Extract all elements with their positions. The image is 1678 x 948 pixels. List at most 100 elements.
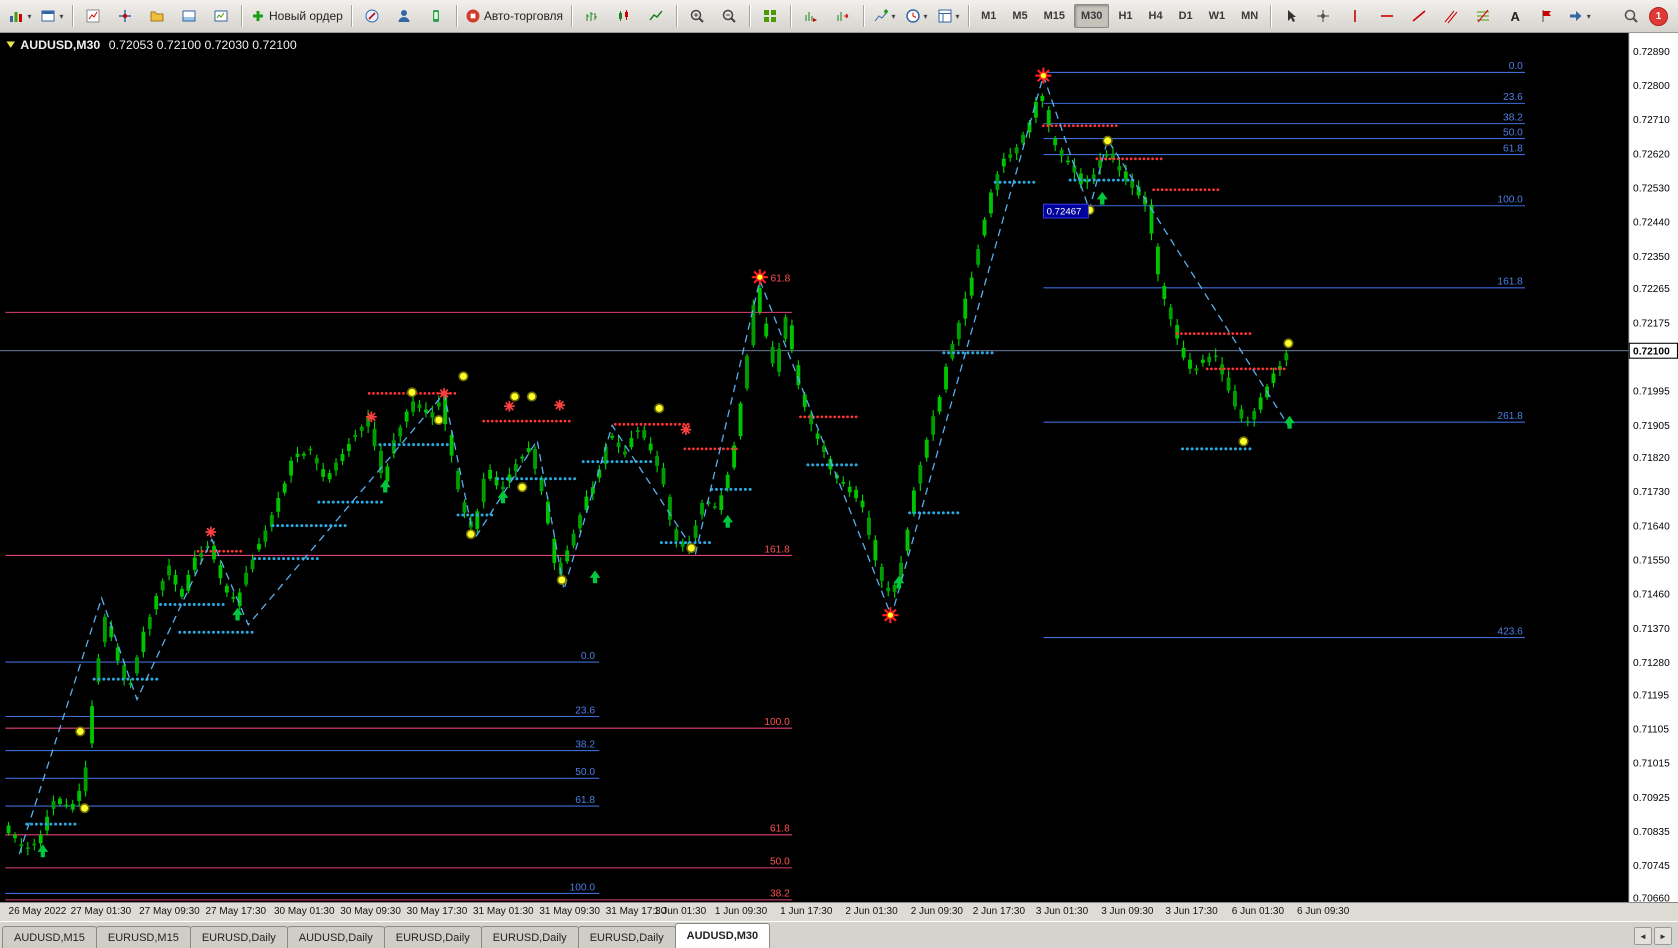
timeframe-d1-button[interactable]: D1 (1172, 4, 1200, 28)
timeframe-m15-button[interactable]: M15 (1037, 4, 1072, 28)
chart-bars-icon (8, 8, 24, 24)
horizontal-line-button[interactable] (1371, 3, 1403, 29)
chart-tab-eurusd-daily[interactable]: EURUSD,Daily (189, 926, 288, 948)
price-axis-label: 0.71550 (1633, 556, 1670, 567)
chart-background[interactable] (0, 33, 1629, 902)
navigator-button[interactable] (141, 3, 173, 29)
timeframe-w1-button[interactable]: W1 (1202, 4, 1233, 28)
strategy-tester-button[interactable] (205, 3, 237, 29)
crosshair-button[interactable] (1307, 3, 1339, 29)
time-axis[interactable]: 26 May 2022 27 May 01:30 27 May 09:30 27 Ma… (0, 902, 1678, 921)
fib-retracement-right-label: 38.2 (1503, 112, 1523, 123)
chart-tab-eurusd-daily[interactable]: EURUSD,Daily (577, 926, 676, 948)
fib-retracement-left-label: 38.2 (575, 739, 595, 750)
data-window-button[interactable] (109, 3, 141, 29)
time-axis-label: 31 May 09:30 (539, 906, 600, 917)
fib-retracement-pink-label: 50.0 (770, 857, 790, 868)
zoom-in-button[interactable] (681, 3, 713, 29)
shapes-button[interactable]: ▾ (1563, 3, 1595, 29)
phone-icon (428, 8, 444, 24)
terminal-button[interactable] (173, 3, 205, 29)
chart-type-button[interactable]: ▾ (4, 3, 36, 29)
fib-retracement-right-label: 100.0 (1497, 195, 1523, 206)
cursor-button[interactable] (1275, 3, 1307, 29)
new-order-button[interactable]: Новый ордер (246, 3, 347, 29)
chart-tab-eurusd-daily[interactable]: EURUSD,Daily (480, 926, 579, 948)
price-axis-label: 0.71195 (1633, 690, 1669, 701)
time-axis-label: 6 Jun 01:30 (1231, 906, 1284, 917)
tabs-scroll-left-button[interactable]: ◄ (1634, 927, 1652, 945)
time-axis-label: 3 Jun 09:30 (1101, 906, 1154, 917)
fib-retracement-right-label: 423.6 (1497, 626, 1523, 637)
periods-button[interactable]: ▾ (900, 3, 932, 29)
vertical-line-button[interactable] (1339, 3, 1371, 29)
notification-badge[interactable]: 1 (1649, 6, 1668, 26)
templates-button[interactable]: ▾ (932, 3, 964, 29)
timeframe-m30-button[interactable]: M30 (1074, 4, 1110, 28)
fib-retracement-left-label: 0.0 (581, 651, 595, 662)
fib-retracement-right-label: 61.8 (1503, 143, 1523, 154)
chart-tab-audusd-daily[interactable]: AUDUSD,Daily (286, 926, 385, 948)
time-axis-label: 31 May 01:30 (473, 906, 534, 917)
yellow-signal-icon (1238, 436, 1249, 447)
equidistant-channel-button[interactable] (1435, 3, 1467, 29)
timeframe-m5-button[interactable]: M5 (1005, 4, 1034, 28)
folder-icon (149, 8, 165, 24)
chart-tabs: AUDUSD,M15 EURUSD,M15 EURUSD,Daily AUDUSD,D… (0, 921, 1678, 948)
fib-retracement-right-label: 23.6 (1503, 92, 1523, 103)
timeframe-h4-button[interactable]: H4 (1142, 4, 1170, 28)
price-scale[interactable] (1628, 33, 1678, 902)
time-axis-label: 2 Jun 09:30 (910, 906, 963, 917)
price-axis-label: 0.72800 (1633, 81, 1670, 92)
community-button[interactable] (388, 3, 420, 29)
toolbar-separator (241, 5, 242, 27)
price-axis-label: 0.71730 (1633, 487, 1670, 498)
market-watch-button[interactable] (77, 3, 109, 29)
chart-shift-button[interactable] (827, 3, 859, 29)
indicators-button[interactable]: ▾ (868, 3, 900, 29)
tabs-scroll-right-button[interactable]: ► (1654, 927, 1672, 945)
line-chart-button[interactable] (640, 3, 672, 29)
auto-trading-button[interactable]: Авто-торговля (461, 3, 567, 29)
chart-tab-eurusd-daily[interactable]: EURUSD,Daily (383, 926, 482, 948)
toolbar-separator (968, 5, 970, 27)
timeframe-h1-button[interactable]: H1 (1111, 4, 1139, 28)
support-button[interactable] (420, 3, 452, 29)
label-button[interactable] (1531, 3, 1563, 29)
profile-button[interactable]: ▾ (36, 3, 68, 29)
text-button[interactable]: A (1499, 3, 1531, 29)
line-sm-icon (648, 8, 664, 24)
sell-asterisk-icon (504, 400, 515, 412)
chart-area[interactable]: 161.8 100.0 61.8 50.0 38.2 0.0 23.6 38.2 50.0 61.… (0, 33, 1678, 902)
search-button[interactable] (1615, 3, 1647, 29)
toolbar-separator (350, 5, 352, 27)
plus-green-icon (250, 8, 266, 24)
timeframe-m1-button[interactable]: M1 (974, 4, 1003, 28)
metaeditor-button[interactable] (356, 3, 388, 29)
price-axis-label: 0.72175 (1633, 318, 1670, 329)
fib-retracement-left-label: 23.6 (575, 705, 595, 716)
price-axis-label: 0.71640 (1633, 521, 1670, 532)
price-axis-label: 0.71460 (1633, 590, 1670, 601)
chart-tab-audusd-m30[interactable]: AUDUSD,M30 (674, 923, 771, 948)
time-axis-label: 3 Jun 01:30 (1035, 906, 1089, 917)
yellow-signal-icon (654, 403, 665, 414)
yellow-signal-icon (517, 482, 528, 493)
zoom-out-button[interactable] (713, 3, 745, 29)
chevron-down-icon: ▾ (1586, 11, 1591, 21)
time-axis-label: 6 Jun 09:30 (1297, 906, 1350, 917)
candlestick-chart-button[interactable] (608, 3, 640, 29)
tile-windows-button[interactable] (754, 3, 786, 29)
chart-ohlc: 0.72053 0.72100 0.72030 0.72100 (109, 38, 297, 52)
bar-chart-button[interactable] (576, 3, 608, 29)
chart-tab-eurusd-m15[interactable]: EURUSD,M15 (95, 926, 191, 948)
fibonacci-button[interactable] (1467, 3, 1499, 29)
toolbar-separator (790, 5, 792, 27)
chart-tab-audusd-m15[interactable]: AUDUSD,M15 (2, 926, 97, 948)
trendline-button[interactable] (1403, 3, 1435, 29)
price-chart[interactable]: 161.8 100.0 61.8 50.0 38.2 0.0 23.6 38.2 50.0 61.… (0, 33, 1678, 902)
market-watch-icon (85, 8, 101, 24)
auto-scroll-button[interactable] (795, 3, 827, 29)
time-axis-label: 27 May 01:30 (70, 906, 132, 917)
timeframe-mn-button[interactable]: MN (1234, 4, 1265, 28)
